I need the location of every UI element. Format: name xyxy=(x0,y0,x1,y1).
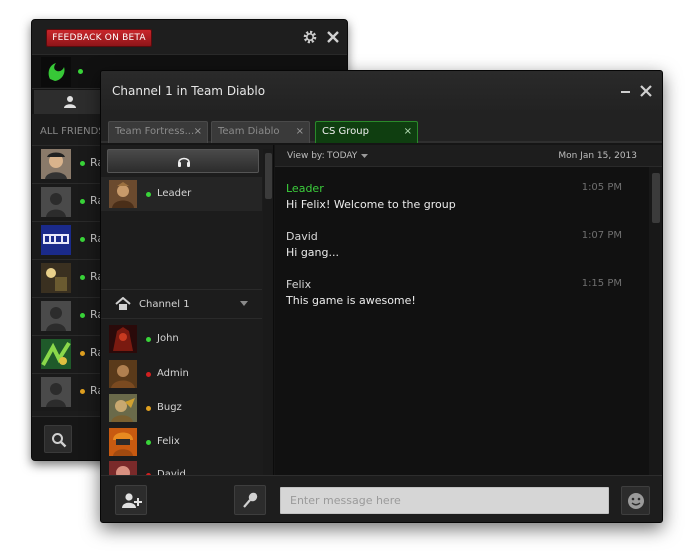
search-icon xyxy=(52,433,67,448)
message-sender: David xyxy=(286,230,318,243)
add-user-icon xyxy=(122,493,142,508)
message-time: 1:05 PM xyxy=(581,182,622,193)
tab-label: Team Fortress... xyxy=(115,126,195,137)
razer-logo xyxy=(41,57,71,87)
status-dot xyxy=(146,440,151,445)
status-dot xyxy=(80,389,85,394)
home-icon xyxy=(115,297,131,310)
status-dot xyxy=(80,199,85,204)
message-input[interactable] xyxy=(280,487,609,514)
status-dot xyxy=(80,313,85,318)
headset-icon xyxy=(178,157,190,167)
chat-scrollbar[interactable] xyxy=(649,167,662,475)
member-scrollbar[interactable] xyxy=(263,149,273,475)
chevron-down-icon[interactable] xyxy=(361,154,368,158)
person-icon xyxy=(64,96,76,108)
window-title: Channel 1 in Team Diablo xyxy=(112,84,266,98)
chat-area: View by: TODAY Mon Jan 15, 2013 Leader 1:… xyxy=(275,145,662,475)
tab-label: Team Diablo xyxy=(218,126,280,137)
leader-row[interactable]: Leader xyxy=(101,177,262,211)
message-sender: Leader xyxy=(286,182,324,195)
member-name: John xyxy=(157,333,179,344)
message-time: 1:15 PM xyxy=(581,278,622,289)
chat-title-bar[interactable]: Channel 1 in Team Diablo xyxy=(101,71,662,113)
message-time: 1:07 PM xyxy=(581,230,622,241)
microphone-button[interactable] xyxy=(234,485,266,515)
tab-label: CS Group xyxy=(322,126,369,137)
tab-close-icon[interactable]: × xyxy=(404,122,412,142)
member-panel: Leader Channel 1 JohnAdminBugzFelixDavid xyxy=(101,145,274,489)
feedback-button[interactable]: FEEDBACK ON BETA xyxy=(46,29,152,47)
status-dot xyxy=(146,337,151,342)
status-dot xyxy=(80,275,85,280)
message-text: Hi Felix! Welcome to the group xyxy=(286,198,456,211)
chat-header: View by: TODAY Mon Jan 15, 2013 xyxy=(275,145,662,167)
view-by-select[interactable]: TODAY xyxy=(327,151,357,161)
tab-close-icon[interactable]: × xyxy=(194,122,202,142)
avatar xyxy=(109,180,137,208)
scrollbar-thumb[interactable] xyxy=(652,173,660,223)
scrollbar-thumb[interactable] xyxy=(265,153,272,199)
all-friends-label: ALL FRIENDS xyxy=(40,126,105,137)
chat-bottom-bar xyxy=(101,475,662,522)
member-name: Leader xyxy=(157,188,192,199)
gear-icon[interactable] xyxy=(302,29,318,45)
friends-title-bar: FEEDBACK ON BETA xyxy=(32,20,347,54)
avatar xyxy=(109,325,137,353)
message-sender: Felix xyxy=(286,278,312,291)
avatar xyxy=(41,301,71,331)
avatar xyxy=(41,263,71,293)
minimize-icon[interactable] xyxy=(620,83,632,97)
chat-message: Leader 1:05 PM Hi Felix! Welcome to the gr… xyxy=(286,182,626,211)
chat-message: Felix 1:15 PM This game is awesome! xyxy=(286,278,626,307)
add-user-button[interactable] xyxy=(115,485,147,515)
chat-date: Mon Jan 15, 2013 xyxy=(558,151,637,161)
member-name: Admin xyxy=(157,368,189,379)
chat-tab-bar: Team Fortress... × Team Diablo × CS Grou… xyxy=(101,113,662,143)
status-dot xyxy=(80,351,85,356)
tab-cs-group[interactable]: CS Group × xyxy=(315,121,418,143)
avatar xyxy=(41,149,71,179)
status-dot xyxy=(80,237,85,242)
close-icon[interactable] xyxy=(325,29,341,45)
close-icon[interactable] xyxy=(639,83,653,97)
emoji-button[interactable] xyxy=(621,486,650,515)
voice-button[interactable] xyxy=(107,149,259,173)
message-text: Hi gang... xyxy=(286,246,339,259)
status-dot xyxy=(146,192,151,197)
status-dot xyxy=(80,161,85,166)
tab-close-icon[interactable]: × xyxy=(296,122,304,142)
avatar xyxy=(109,360,137,388)
channel-row[interactable]: Channel 1 xyxy=(101,289,262,319)
member-name: Bugz xyxy=(157,402,182,413)
search-button[interactable] xyxy=(44,425,72,453)
status-dot xyxy=(78,69,83,74)
tab-friends[interactable] xyxy=(34,90,104,114)
avatar xyxy=(41,339,71,369)
status-dot xyxy=(146,372,151,377)
chat-window: Channel 1 in Team Diablo Team Fortress..… xyxy=(100,70,663,523)
avatar xyxy=(109,428,137,456)
member-name: Felix xyxy=(157,436,180,447)
channel-label: Channel 1 xyxy=(139,299,190,310)
chat-message: David 1:07 PM Hi gang... xyxy=(286,230,626,259)
avatar xyxy=(109,394,137,422)
tab-team-fortress[interactable]: Team Fortress... × xyxy=(108,121,208,143)
avatar xyxy=(41,225,71,255)
tab-team-diablo[interactable]: Team Diablo × xyxy=(211,121,310,143)
view-by-label: View by: xyxy=(287,151,325,161)
status-dot xyxy=(146,406,151,411)
chevron-down-icon[interactable] xyxy=(240,301,248,306)
smiley-icon xyxy=(628,493,644,509)
avatar xyxy=(41,377,71,407)
microphone-icon xyxy=(243,492,258,508)
avatar xyxy=(41,187,71,217)
message-text: This game is awesome! xyxy=(286,294,416,307)
